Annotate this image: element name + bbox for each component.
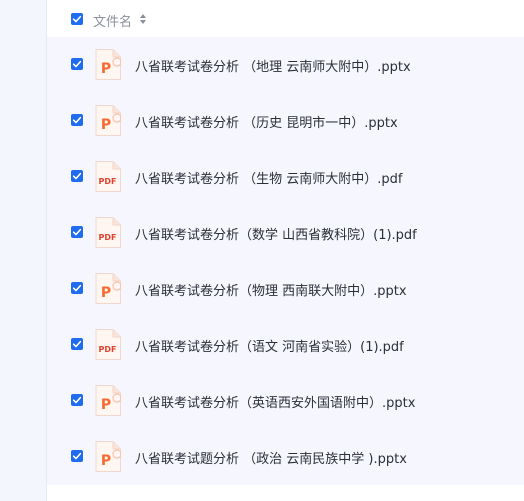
file-checkbox[interactable] [71, 114, 83, 126]
file-row[interactable]: P 八省联考试卷分析（英语西安外国语附中）.pptx [47, 373, 524, 429]
checkmark-icon [72, 60, 82, 68]
pdf-file-icon: PDF [95, 217, 121, 248]
file-row[interactable]: P 八省联考试卷分析 （历史 昆明市一中）.pptx [47, 93, 524, 149]
checkmark-icon [72, 452, 82, 460]
file-row[interactable]: PDF 八省联考试卷分析 （生物 云南师大附中）.pdf [47, 149, 524, 205]
checkmark-icon [72, 284, 82, 292]
file-name[interactable]: 八省联考试卷分析（语文 河南省实验）(1).pdf [135, 336, 404, 355]
left-sidebar [0, 0, 47, 501]
file-name[interactable]: 八省联考试卷分析（数学 山西省教科院）(1).pdf [135, 224, 417, 243]
pptx-file-icon: P [95, 105, 122, 136]
file-checkbox[interactable] [71, 170, 83, 182]
checkmark-icon [72, 340, 82, 348]
file-checkbox[interactable] [71, 450, 83, 462]
pdf-file-icon: PDF [95, 329, 121, 360]
file-list: 文件名 P 八省联考试卷分析 （地理 云南师大附中）.pptx P 八省联考试卷分析 … [47, 0, 524, 501]
svg-text:P: P [101, 453, 111, 469]
svg-text:P: P [101, 397, 111, 413]
pdf-file-icon: PDF [95, 161, 121, 192]
pptx-file-icon: P [95, 273, 122, 304]
file-name[interactable]: 八省联考试卷分析 （历史 昆明市一中）.pptx [135, 112, 398, 131]
svg-text:P: P [101, 285, 111, 301]
file-name[interactable]: 八省联考试卷分析（物理 西南联大附中）.pptx [135, 280, 407, 299]
filename-column-header[interactable]: 文件名 [93, 11, 132, 30]
file-row[interactable]: P 八省联考试卷分析（物理 西南联大附中）.pptx [47, 261, 524, 317]
checkmark-icon [72, 15, 82, 23]
file-row[interactable]: PDF 八省联考试卷分析（数学 山西省教科院）(1).pdf [47, 205, 524, 261]
checkmark-icon [72, 396, 82, 404]
file-name[interactable]: 八省联考试题分析 （政治 云南民族中学 ).pptx [135, 448, 407, 467]
svg-text:PDF: PDF [99, 177, 117, 186]
file-name[interactable]: 八省联考试卷分析 （生物 云南师大附中）.pdf [135, 168, 402, 187]
file-checkbox[interactable] [71, 58, 83, 70]
svg-text:P: P [101, 61, 111, 77]
file-checkbox[interactable] [71, 338, 83, 350]
file-row[interactable]: P 八省联考试题分析 （政治 云南民族中学 ).pptx [47, 429, 524, 485]
svg-text:P: P [101, 117, 111, 133]
file-row[interactable]: P 八省联考试卷分析 （地理 云南师大附中）.pptx [47, 37, 524, 93]
file-row[interactable]: PDF 八省联考试卷分析（语文 河南省实验）(1).pdf [47, 317, 524, 373]
file-checkbox[interactable] [71, 226, 83, 238]
sort-icon[interactable] [139, 12, 147, 26]
file-checkbox[interactable] [71, 282, 83, 294]
checkmark-icon [72, 116, 82, 124]
pptx-file-icon: P [95, 441, 122, 472]
select-all-checkbox[interactable] [71, 13, 83, 25]
file-name[interactable]: 八省联考试卷分析 （地理 云南师大附中）.pptx [135, 56, 411, 75]
svg-text:PDF: PDF [99, 233, 117, 242]
file-name[interactable]: 八省联考试卷分析（英语西安外国语附中）.pptx [135, 392, 415, 411]
file-checkbox[interactable] [71, 394, 83, 406]
pptx-file-icon: P [95, 385, 122, 416]
svg-text:PDF: PDF [99, 345, 117, 354]
pptx-file-icon: P [95, 49, 122, 80]
checkmark-icon [72, 228, 82, 236]
checkmark-icon [72, 172, 82, 180]
file-list-header: 文件名 [47, 0, 524, 38]
